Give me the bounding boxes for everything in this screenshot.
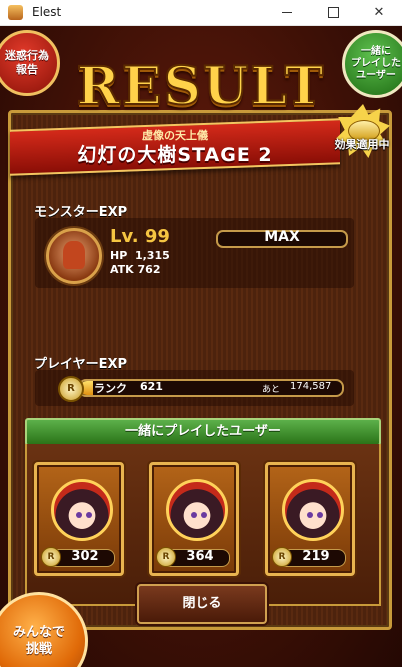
report-nuisance-label: 迷惑行為 報告 xyxy=(5,49,49,76)
next-rank-label: あと xyxy=(262,385,281,395)
app-icon xyxy=(8,5,23,20)
monster-icon xyxy=(46,228,102,284)
effect-active-label: 効果適用中 xyxy=(334,138,390,151)
level-value: 99 xyxy=(144,226,170,247)
co-players-header: 一緒にプレイしたユーザー xyxy=(25,418,381,446)
avatar xyxy=(166,479,228,541)
co-player-card[interactable]: R 302 xyxy=(34,462,124,576)
rank-icon: R xyxy=(58,376,84,402)
close-button[interactable]: 閉じる xyxy=(137,584,267,624)
co-player-card[interactable]: R 364 xyxy=(149,462,239,576)
rank-value: 621 xyxy=(140,380,163,393)
effect-active-badge xyxy=(330,98,396,164)
eye xyxy=(317,512,323,518)
atk-label: ATK xyxy=(110,263,134,276)
monster-hp: HP 1,315 xyxy=(110,249,170,262)
window-title: Elest xyxy=(32,5,62,19)
co-player-rank: 364 xyxy=(186,549,214,564)
stage-name: 幻灯の大樹STAGE 2 xyxy=(77,144,273,166)
hp-value: 1,315 xyxy=(134,249,170,262)
window-titlebar: Elest ✕ xyxy=(0,0,402,26)
played-with-users-label: 一緒に プレイした ユーザー xyxy=(351,46,401,81)
result-title: RESULT xyxy=(76,55,326,118)
rank-label: ランク xyxy=(94,382,127,395)
monster-level: Lv. 99 xyxy=(110,226,170,247)
game-screen: RESULT 迷惑行為 報告 一緒に プレイした ユーザー 虚像の天上儀 幻灯の… xyxy=(0,26,402,667)
report-nuisance-button[interactable]: 迷惑行為 報告 xyxy=(0,30,60,96)
rank-icon: R xyxy=(41,547,61,567)
co-player-rank: 219 xyxy=(302,549,330,564)
played-with-users-button[interactable]: 一緒に プレイした ユーザー xyxy=(342,30,402,98)
hp-label: HP xyxy=(110,249,128,262)
eye xyxy=(307,512,313,518)
monster-exp-max: MAX xyxy=(264,229,300,245)
monster-atk: ATK 762 xyxy=(110,263,161,276)
avatar xyxy=(282,479,344,541)
minimize-button[interactable] xyxy=(264,0,310,25)
co-player-rank: 302 xyxy=(71,549,99,564)
challenge-together-label: みんなで 挑戦 xyxy=(12,625,65,657)
rank-icon: R xyxy=(272,547,292,567)
eye xyxy=(76,512,82,518)
level-label: Lv. xyxy=(110,226,139,247)
rank-icon: R xyxy=(156,547,176,567)
eye xyxy=(201,512,207,518)
eye xyxy=(191,512,197,518)
eye xyxy=(86,512,92,518)
next-rank-value: 174,587 xyxy=(290,381,332,392)
co-player-card[interactable]: R 219 xyxy=(265,462,355,576)
close-window-button[interactable]: ✕ xyxy=(356,0,402,25)
avatar xyxy=(51,479,113,541)
atk-value: 762 xyxy=(137,263,161,276)
maximize-button[interactable] xyxy=(310,0,356,25)
